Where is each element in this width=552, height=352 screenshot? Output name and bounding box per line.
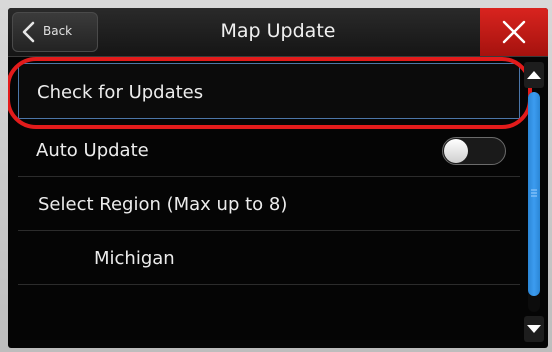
list-item-check-for-updates[interactable]: Check for Updates (18, 63, 520, 119)
chevron-left-icon (22, 21, 35, 43)
close-icon (502, 20, 526, 44)
auto-update-toggle[interactable] (442, 137, 506, 165)
list-item-label: Check for Updates (37, 82, 204, 103)
back-label: Back (43, 24, 73, 38)
page-title: Map Update (220, 20, 336, 42)
list-item-label: Michigan (94, 248, 175, 269)
scrollbar-thumb[interactable] (528, 92, 540, 296)
triangle-up-icon (527, 71, 541, 79)
settings-list: Check for Updates Auto Update Select Reg… (8, 57, 524, 348)
infotainment-screen: Back Map Update Check for Updates Auto U… (8, 8, 548, 348)
scrollbar-track[interactable] (528, 92, 540, 312)
grip-icon (531, 189, 537, 197)
list-item-label: Auto Update (36, 140, 149, 161)
scroll-up-button[interactable] (524, 62, 544, 88)
scroll-down-button[interactable] (524, 316, 544, 342)
triangle-down-icon (527, 325, 541, 333)
list-item-empty (18, 287, 520, 339)
back-button[interactable]: Back (12, 12, 98, 52)
list-item-select-region[interactable]: Select Region (Max up to 8) (18, 179, 520, 231)
list-item-michigan[interactable]: Michigan (18, 233, 520, 285)
close-button[interactable] (480, 8, 548, 56)
list-item-label: Select Region (Max up to 8) (38, 194, 288, 215)
toggle-knob (444, 139, 468, 163)
list-item-auto-update[interactable]: Auto Update (18, 125, 520, 177)
header-bar: Back Map Update (8, 8, 548, 57)
